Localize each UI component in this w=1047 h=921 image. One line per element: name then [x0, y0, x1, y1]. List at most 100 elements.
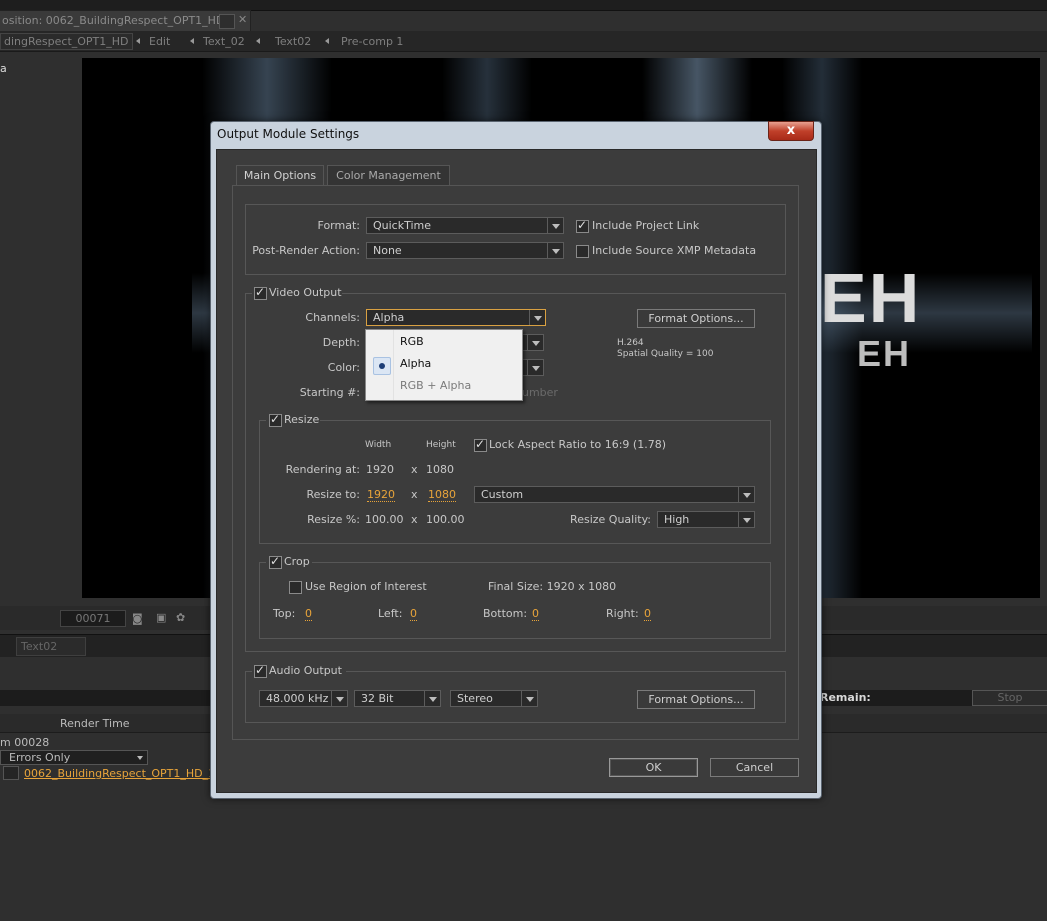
format-value: QuickTime: [373, 219, 432, 232]
resize-checkbox[interactable]: [269, 412, 282, 427]
breadcrumb-item[interactable]: Text02: [275, 35, 311, 48]
crop-top-label: Top:: [273, 607, 296, 620]
lock-aspect-checkbox[interactable]: [474, 437, 487, 452]
sample-rate-value: 48.000 kHz: [266, 692, 329, 705]
depth-label: Depth:: [322, 336, 360, 349]
channels-select[interactable]: Alpha: [366, 309, 546, 326]
format-group: [245, 204, 786, 275]
post-render-select[interactable]: None: [366, 242, 564, 259]
camera-icon[interactable]: ◙: [132, 612, 143, 625]
breadcrumb-item[interactable]: Text_02: [203, 35, 245, 48]
render-width: 1920: [366, 463, 394, 476]
chevron-down-icon: [521, 691, 537, 706]
width-header: Width: [365, 440, 392, 450]
starting-number-label: Starting #:: [299, 386, 360, 399]
stop-button[interactable]: Stop: [972, 690, 1047, 706]
resize-preset-select[interactable]: Custom: [474, 486, 755, 503]
post-render-label: Post-Render Action:: [252, 244, 360, 257]
channels-label: Channels:: [305, 311, 360, 324]
crop-right-input[interactable]: 0: [644, 607, 651, 621]
timecode-display[interactable]: 00071: [60, 610, 126, 627]
resize-quality-value: High: [664, 513, 690, 526]
resize-percent-height: 100.00: [426, 513, 465, 526]
breadcrumb-item[interactable]: dingRespect_OPT1_HD: [0, 33, 133, 50]
resize-label: Resize: [284, 413, 320, 426]
chevron-down-icon: [547, 243, 563, 258]
video-format-options-button[interactable]: Format Options...: [637, 309, 755, 328]
resize-width-input[interactable]: 1920: [367, 488, 395, 502]
codec-label: H.264: [617, 338, 644, 348]
render-time-column[interactable]: Render Time: [60, 717, 130, 730]
resize-quality-select[interactable]: High: [657, 511, 755, 528]
composition-dropdown[interactable]: [219, 14, 235, 29]
chevron-down-icon: [424, 691, 440, 706]
chevron-left-icon: [325, 38, 329, 44]
region-icon[interactable]: ▣: [156, 611, 166, 624]
resize-percent-label: Resize %:: [307, 513, 360, 526]
dialog-title: Output Module Settings: [217, 127, 360, 141]
log-select[interactable]: Errors Only: [0, 750, 148, 765]
tab-text02[interactable]: Text02: [16, 637, 86, 656]
render-height: 1080: [426, 463, 454, 476]
channels-icon[interactable]: ✿: [176, 611, 185, 624]
resize-quality-label: Resize Quality:: [570, 513, 651, 526]
breadcrumb-item[interactable]: Pre-comp 1: [341, 35, 403, 48]
format-select[interactable]: QuickTime: [366, 217, 564, 234]
channels-value: Alpha: [373, 311, 405, 324]
close-button[interactable]: x: [768, 121, 814, 141]
crop-bottom-label: Bottom:: [483, 607, 528, 620]
radio-selected-icon: [373, 357, 391, 375]
channels-dropdown-menu: RGB Alpha RGB + Alpha: [365, 329, 523, 401]
tab-main-options[interactable]: Main Options: [236, 165, 324, 187]
chevron-down-icon: [527, 360, 543, 375]
sample-rate-select[interactable]: 48.000 kHz: [259, 690, 348, 707]
audio-output-label: Audio Output: [269, 664, 342, 677]
crop-left-input[interactable]: 0: [410, 607, 417, 621]
channels-option-alpha[interactable]: Alpha: [400, 357, 431, 370]
output-module-dropdown[interactable]: [3, 766, 19, 780]
tab-color-management[interactable]: Color Management: [327, 165, 450, 186]
bit-depth-select[interactable]: 32 Bit: [354, 690, 441, 707]
remain-label: Remain:: [820, 691, 871, 704]
viewer-subtitle-text: EH: [857, 333, 912, 374]
crop-left-label: Left:: [378, 607, 403, 620]
times-symbol: x: [411, 513, 418, 526]
audio-channels-select[interactable]: Stereo: [450, 690, 538, 707]
chevron-down-icon: [529, 310, 545, 325]
audio-output-checkbox[interactable]: [254, 663, 267, 678]
chevron-down-icon: [547, 218, 563, 233]
chevron-left-icon: [136, 38, 140, 44]
resize-percent-width: 100.00: [365, 513, 404, 526]
side-label: a: [0, 62, 7, 75]
include-project-link-label: Include Project Link: [592, 219, 700, 232]
video-output-checkbox[interactable]: [254, 285, 267, 300]
crop-group: [259, 562, 771, 639]
include-project-link-checkbox[interactable]: [576, 218, 589, 233]
crop-top-input[interactable]: 0: [305, 607, 312, 621]
chevron-down-icon: [331, 691, 347, 706]
composition-tab-label: osition: 0062_BuildingRespect_OPT1_HD: [2, 14, 225, 27]
cancel-button[interactable]: Cancel: [710, 758, 799, 777]
channels-option-rgb-alpha[interactable]: RGB + Alpha: [400, 379, 471, 392]
height-header: Height: [426, 440, 456, 450]
crop-checkbox[interactable]: [269, 554, 282, 569]
close-icon[interactable]: ✕: [238, 13, 247, 26]
audio-channels-value: Stereo: [457, 692, 493, 705]
crop-bottom-input[interactable]: 0: [532, 607, 539, 621]
breadcrumb: dingRespect_OPT1_HD Edit Text_02 Text02 …: [0, 31, 1047, 52]
use-comp-frame-number-label: umber: [522, 386, 558, 399]
audio-format-options-button[interactable]: Format Options...: [637, 690, 755, 709]
crop-right-label: Right:: [606, 607, 639, 620]
chevron-down-icon: [738, 512, 754, 527]
use-roi-checkbox[interactable]: [289, 581, 302, 594]
channels-option-rgb[interactable]: RGB: [400, 335, 424, 348]
viewer-title-text: EH: [820, 259, 922, 337]
resize-height-input[interactable]: 1080: [428, 488, 456, 502]
bit-depth-value: 32 Bit: [361, 692, 394, 705]
breadcrumb-item[interactable]: Edit: [149, 35, 170, 48]
render-row-label: m 00028: [0, 736, 50, 749]
composition-tab[interactable]: osition: 0062_BuildingRespect_OPT1_HD ✕: [0, 10, 251, 32]
ok-button[interactable]: OK: [609, 758, 698, 777]
include-xmp-label: Include Source XMP Metadata: [592, 244, 757, 257]
include-xmp-checkbox[interactable]: [576, 245, 589, 258]
